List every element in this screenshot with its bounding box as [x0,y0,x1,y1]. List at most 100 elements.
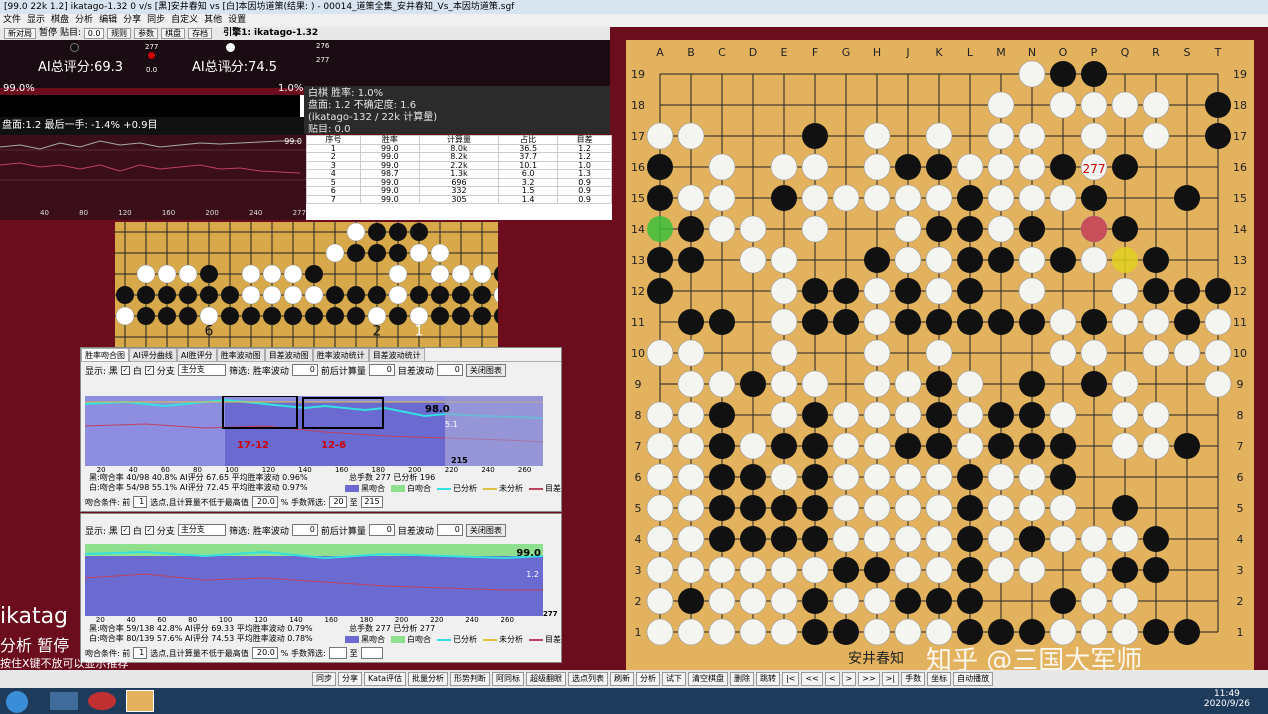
table-row[interactable]: 4 98.7 1.3k 6.0 1.3 [306,169,612,179]
white-stone [770,339,798,367]
start-icon[interactable] [6,691,28,713]
row-label: 13 [1233,254,1247,267]
white-stone [1049,308,1077,336]
bottom-button[interactable]: 自动播放 [953,672,994,686]
mini-black-stone [221,307,239,325]
menu-item[interactable]: 其他 [204,15,222,25]
go-board[interactable]: A 19 19 B 18 18 C 17 17 D 16 16 E 15 15 F 14 14 G 13 13 H 12 12… [626,40,1254,676]
bottom-button[interactable]: 试下 [662,672,687,686]
tab-winrate-stats[interactable]: 胜率波动统计 [312,348,369,361]
tab-ai-curve[interactable]: AI评分曲线 [129,348,177,361]
bottom-button[interactable]: >> [858,672,880,686]
mini-board[interactable]: 4 6 2 1 [115,222,513,347]
bottom-button[interactable]: Kata评估 [364,672,407,686]
bottom-button[interactable]: 跳转 [756,672,781,686]
white-stone [1111,587,1139,615]
pre-spinner[interactable]: 0 [368,524,395,536]
bottom-button[interactable]: 删除 [730,672,755,686]
to-label: 至 [349,497,358,507]
menu-item[interactable]: 显示 [27,15,45,25]
cond-pct-input[interactable]: 20.0 [251,647,278,659]
table-row[interactable]: 5 99.0 696 3.2 0.9 [306,177,612,187]
menu-item[interactable]: 棋盘 [51,15,69,25]
save-button[interactable]: 存档 [188,28,213,39]
params-button[interactable]: 参数 [134,28,159,39]
new-game-button[interactable]: 新对局 [4,28,36,39]
cond-n-input[interactable]: 1 [133,496,148,508]
to-input[interactable]: 215 [360,496,383,508]
board-button[interactable]: 棋盘 [161,28,186,39]
table-row[interactable]: 6 99.0 332 1.5 0.9 [306,186,612,196]
table-row[interactable]: 1 99.0 8.0k 36.5 1.2 [306,143,612,153]
menu-item[interactable]: 设置 [228,15,246,25]
bottom-button[interactable]: 刷新 [610,672,635,686]
table-row[interactable]: 2 99.0 8.2k 37.7 1.2 [306,152,612,162]
bottom-button[interactable]: 手数 [901,672,926,686]
table-row[interactable]: 7 99.0 305 1.4 0.9 [306,194,612,204]
filter-spinner[interactable]: 0 [291,524,318,536]
white-stone [863,370,891,398]
white-stone [894,184,922,212]
black-stone [1205,123,1231,149]
diff-spinner[interactable]: 0 [436,524,463,536]
menu-item[interactable]: 分析 [75,15,93,25]
tab-ai-score[interactable]: AI胜评分 [176,348,217,361]
white-stone [646,556,674,584]
branch-select[interactable]: 主分支 [177,524,226,536]
diff-spinner[interactable]: 0 [436,364,463,376]
candidate-move [1081,216,1107,242]
explorer-icon[interactable] [50,692,78,710]
opera-icon[interactable] [88,692,116,710]
match-chart-2[interactable]: 99.0 1.2 [84,544,544,616]
menu-item[interactable]: 同步 [147,15,165,25]
cond-n-input[interactable]: 1 [133,647,148,659]
white-stone [677,184,705,212]
white-checkbox[interactable]: ✓ [144,525,154,535]
pause-button[interactable]: 暂停 [39,27,57,40]
pre-spinner[interactable]: 0 [368,364,395,376]
bottom-button[interactable]: 坐标 [927,672,952,686]
close-chart-button[interactable]: 关闭图表 [465,523,506,537]
komi-input[interactable]: 0.0 [84,28,105,39]
bottom-button[interactable]: 清空棋盘 [688,672,729,686]
white-checkbox[interactable]: ✓ [144,365,154,375]
winrate-graph[interactable]: 99.0 40 80 120 160 200 240 277 [0,135,306,220]
tab-winrate-wave[interactable]: 胜率波动图 [216,348,265,361]
close-chart-button[interactable]: 关闭图表 [465,363,506,377]
to-input[interactable] [360,647,383,659]
black-checkbox[interactable]: ✓ [120,525,130,535]
tab-match[interactable]: 胜率吻合图 [81,348,129,361]
bottom-button[interactable]: |< [782,672,800,686]
tab-diff-wave[interactable]: 目差波动图 [264,348,313,361]
bottom-button[interactable]: >| [881,672,900,686]
tab-diff-stats[interactable]: 目差波动统计 [368,348,425,361]
white-stone [1142,122,1170,150]
bottom-button[interactable]: 分享 [338,672,362,686]
white-stone [956,153,984,181]
table-row[interactable]: 3 99.0 2.2k 10.1 1.0 [306,160,612,170]
bottom-button[interactable]: 分析 [636,672,661,686]
branch-select[interactable]: 主分支 [177,364,226,376]
black-checkbox[interactable]: ✓ [120,365,130,375]
match-chart[interactable]: 17-12 12-6 98.0 5.1 215 [84,395,544,466]
lizzie-icon[interactable] [126,690,154,712]
bottom-button[interactable]: << [801,672,823,686]
bottom-button[interactable]: 形势判断 [450,672,491,686]
from-input[interactable]: 20 [328,496,347,508]
menu-item[interactable]: 编辑 [99,15,117,25]
bottom-button[interactable]: 阿同标 [492,672,525,686]
menu-item[interactable]: 自定义 [171,15,198,25]
filter-spinner[interactable]: 0 [291,364,318,376]
bottom-button[interactable]: > [841,672,857,686]
row-label: 16 [631,161,645,174]
menu-item[interactable]: 分享 [123,15,141,25]
from-input[interactable] [328,647,347,659]
bottom-button[interactable]: 批量分析 [408,672,449,686]
cond-pct-input[interactable]: 20.0 [251,496,278,508]
bottom-button[interactable]: 超级翻眼 [526,672,567,686]
rules-button[interactable]: 规则 [107,28,132,39]
bottom-button[interactable]: 同步 [312,672,336,686]
bottom-button[interactable]: < [824,672,840,686]
menu-item[interactable]: 文件 [3,15,21,25]
bottom-button[interactable]: 选点列表 [568,672,609,686]
